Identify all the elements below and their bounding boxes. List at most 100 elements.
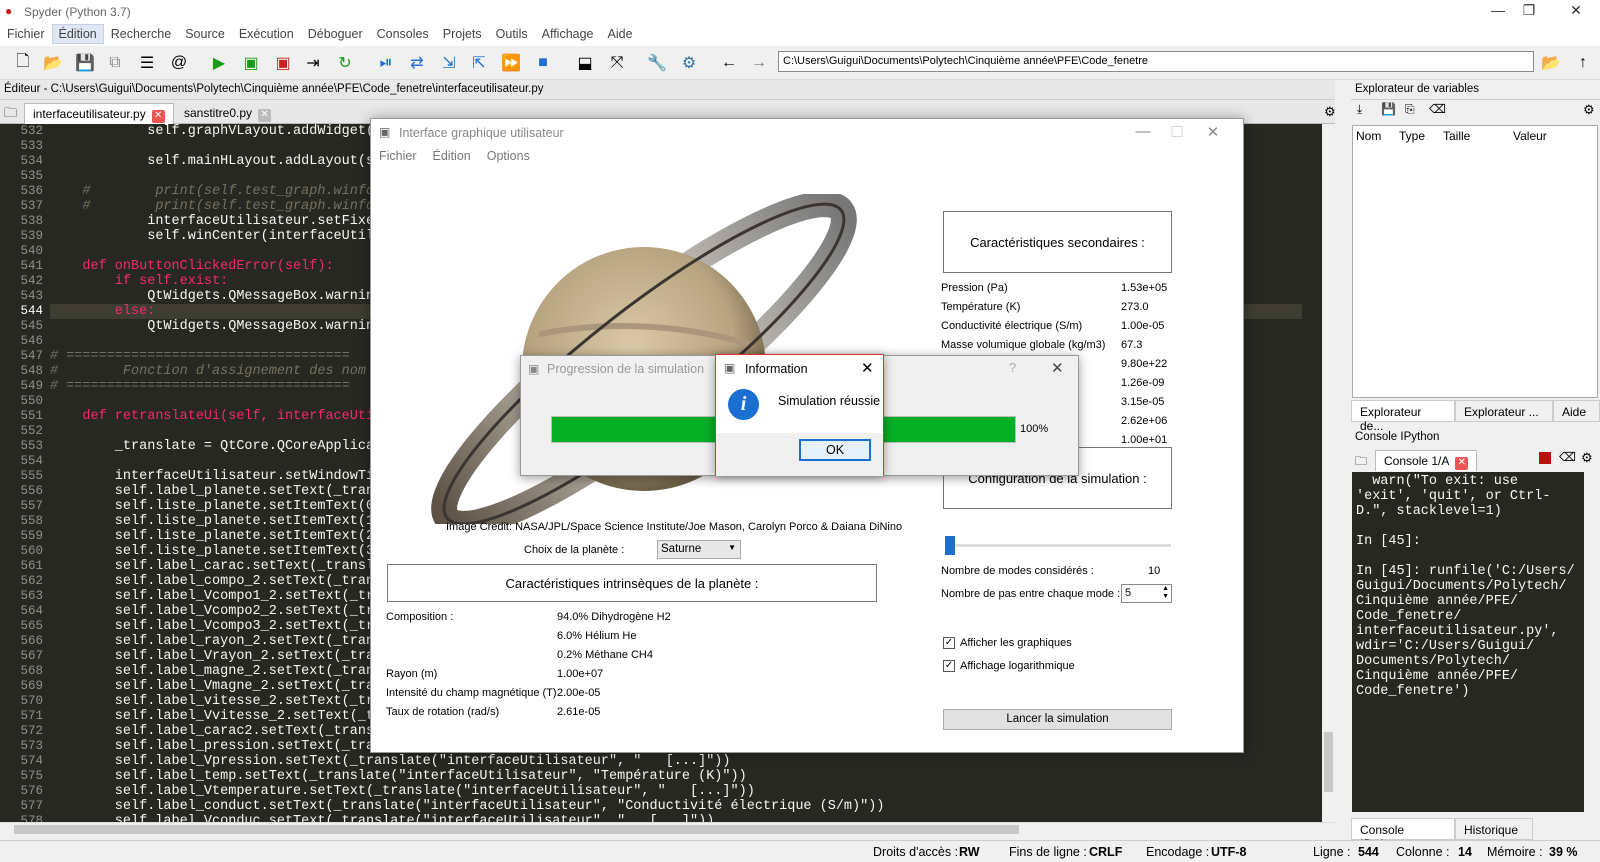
run-icon[interactable]: ▶ bbox=[208, 52, 230, 74]
browse-folder-icon[interactable]: 📂 bbox=[1540, 52, 1562, 74]
at-icon[interactable]: @ bbox=[168, 52, 190, 74]
rerun-icon[interactable]: ↻ bbox=[334, 52, 356, 74]
menu-projets[interactable]: Projets bbox=[436, 24, 489, 44]
image-credit: Image Credit: NASA/JPL/Space Science Ins… bbox=[446, 521, 903, 533]
run-cell-advance-icon[interactable]: ▣ bbox=[272, 52, 294, 74]
maximize-pane-icon[interactable]: ⬓ bbox=[574, 52, 596, 74]
python-icon[interactable]: ⚙ bbox=[678, 52, 700, 74]
save-as-icon[interactable]: ⎘ bbox=[1405, 102, 1415, 117]
menu-execution[interactable]: Exécution bbox=[232, 24, 301, 44]
line-number: 562 bbox=[20, 574, 43, 588]
run-simulation-button[interactable]: Lancer la simulation bbox=[943, 709, 1172, 730]
step-into-icon[interactable]: ⇲ bbox=[438, 52, 460, 74]
close-tab-icon[interactable]: ✕ bbox=[151, 110, 165, 123]
steps-spinbox[interactable]: 5 ▲ ▼ bbox=[1121, 584, 1172, 603]
secondary-key: Pression (Pa) bbox=[941, 282, 1008, 294]
close-icon[interactable]: ✕ bbox=[1051, 359, 1064, 377]
menu-source[interactable]: Source bbox=[178, 24, 232, 44]
code-line[interactable]: self.label_Vtemperature.setText(_transla… bbox=[50, 784, 1302, 799]
maximize-button[interactable]: ❐ bbox=[1506, 2, 1552, 19]
stop-icon[interactable]: ■ bbox=[532, 52, 554, 74]
continue-icon[interactable]: ⏩ bbox=[500, 52, 522, 74]
forward-arrow-icon[interactable]: → bbox=[748, 52, 770, 74]
tab-variable-explorer[interactable]: Explorateur de... bbox=[1351, 400, 1455, 433]
menu-edition[interactable]: Édition bbox=[51, 24, 104, 44]
working-directory-input[interactable]: C:\Users\Guigui\Documents\Polytech\Cinqu… bbox=[778, 51, 1534, 72]
step-icon[interactable]: ⇄ bbox=[406, 52, 428, 74]
line-number: 536 bbox=[20, 184, 43, 198]
log-display-checkbox[interactable]: ✓ bbox=[943, 660, 955, 672]
eraser-icon[interactable]: ⌫ bbox=[1429, 102, 1446, 116]
editor-vertical-scrollbar[interactable] bbox=[1322, 124, 1335, 822]
code-line[interactable]: self.label_Vconduc.setText(_translate("i… bbox=[50, 814, 1302, 822]
close-tab-icon[interactable]: ✕ bbox=[258, 109, 272, 122]
gear-icon[interactable]: ⚙ bbox=[1324, 104, 1336, 120]
back-arrow-icon[interactable]: ← bbox=[718, 52, 740, 74]
dialog-icon: ▣ bbox=[724, 361, 736, 375]
menu-outils[interactable]: Outils bbox=[489, 24, 535, 44]
save-all-icon[interactable]: ⧉ bbox=[104, 52, 126, 74]
menu-recherche[interactable]: Recherche bbox=[104, 24, 178, 44]
editor-horizontal-scrollbar[interactable] bbox=[0, 822, 1335, 836]
menu-fichier[interactable]: Fichier bbox=[0, 24, 52, 44]
help-icon[interactable]: ? bbox=[1009, 360, 1016, 375]
col-type[interactable]: Type bbox=[1399, 129, 1425, 143]
eraser-icon[interactable]: ⌫ bbox=[1559, 450, 1576, 464]
step-return-icon[interactable]: ⇱ bbox=[468, 52, 490, 74]
fullscreen-icon[interactable]: ⤧ bbox=[606, 52, 628, 74]
save-icon[interactable]: 💾 bbox=[74, 52, 96, 74]
debug-icon[interactable]: ⏯ bbox=[375, 52, 397, 74]
app-close-button[interactable]: ✕ bbox=[1193, 123, 1233, 141]
line-number: 565 bbox=[20, 619, 43, 633]
app-menu-options[interactable]: Options bbox=[479, 145, 538, 167]
save-data-icon[interactable]: 💾 bbox=[1381, 102, 1396, 116]
tab-historique[interactable]: Historique bbox=[1455, 818, 1533, 840]
wrench-icon[interactable]: 🔧 bbox=[646, 52, 668, 74]
close-tab-icon[interactable]: ✕ bbox=[1455, 457, 1469, 470]
spin-arrows-icon[interactable]: ▲ ▼ bbox=[1162, 585, 1169, 601]
col-valeur[interactable]: Valeur bbox=[1513, 129, 1547, 143]
console-output[interactable]: warn("To exit: use 'exit', 'quit', or Ct… bbox=[1352, 472, 1584, 812]
tab-file-explorer[interactable]: Explorateur ... bbox=[1455, 400, 1553, 422]
menu-deboguer[interactable]: Déboguer bbox=[301, 24, 370, 44]
import-data-icon[interactable]: ⤓ bbox=[1357, 102, 1362, 117]
list-icon[interactable]: ☰ bbox=[136, 52, 158, 74]
gear-icon[interactable]: ⚙ bbox=[1581, 450, 1593, 466]
console-scrollbar[interactable] bbox=[1586, 472, 1598, 812]
run-cell-icon[interactable]: ▣ bbox=[240, 52, 262, 74]
ok-button[interactable]: OK bbox=[799, 439, 871, 461]
col-taille[interactable]: Taille bbox=[1443, 129, 1470, 143]
tab-console-ipython[interactable]: Console IPython bbox=[1351, 818, 1455, 851]
gear-icon[interactable]: ⚙ bbox=[1583, 102, 1595, 118]
code-line[interactable]: self.label_Vpression.setText(_translate(… bbox=[50, 754, 1302, 769]
app-maximize-button[interactable]: ☐ bbox=[1157, 123, 1197, 141]
menu-consoles[interactable]: Consoles bbox=[370, 24, 436, 44]
browse-tabs-icon[interactable]: 🗀 bbox=[4, 104, 17, 126]
close-button[interactable]: ✕ bbox=[1553, 2, 1599, 19]
secondary-key: Conductivité électrique (S/m) bbox=[941, 320, 1083, 332]
tab-interfaceutilisateur[interactable]: interfaceutilisateur.py ✕ bbox=[24, 103, 174, 124]
menu-aide[interactable]: Aide bbox=[601, 24, 640, 44]
code-line[interactable]: self.label_conduct.setText(_translate("i… bbox=[50, 799, 1302, 814]
close-icon[interactable]: ✕ bbox=[861, 359, 874, 377]
menu-affichage[interactable]: Affichage bbox=[535, 24, 601, 44]
slider-handle[interactable] bbox=[945, 536, 955, 555]
stop-kernel-icon[interactable] bbox=[1539, 452, 1551, 464]
modes-slider[interactable] bbox=[945, 536, 1171, 555]
parent-dir-icon[interactable]: ↑ bbox=[1572, 52, 1594, 74]
run-selection-icon[interactable]: ⇥ bbox=[302, 52, 324, 74]
col-nom[interactable]: Nom bbox=[1356, 129, 1381, 143]
tab-console-1a[interactable]: Console 1/A ✕ bbox=[1375, 450, 1478, 471]
variables-table[interactable]: Nom Type Taille Valeur bbox=[1352, 125, 1598, 398]
app-menu-edition[interactable]: Édition bbox=[425, 145, 479, 167]
planet-select[interactable]: Saturne ▼ bbox=[657, 540, 741, 559]
tab-help[interactable]: Aide bbox=[1553, 400, 1600, 422]
open-file-icon[interactable]: 📂 bbox=[42, 52, 64, 74]
code-line[interactable]: self.label_temp.setText(_translate("inte… bbox=[50, 769, 1302, 784]
tab-sanstitre0[interactable]: sanstitre0.py ✕ bbox=[176, 103, 279, 124]
line-number: 532 bbox=[20, 124, 43, 138]
new-file-icon[interactable]: 🗋 bbox=[12, 52, 34, 74]
browse-tabs-icon[interactable]: 🗀 bbox=[1355, 452, 1367, 473]
show-graphs-checkbox[interactable]: ✓ bbox=[943, 637, 955, 649]
app-menu-fichier[interactable]: Fichier bbox=[371, 145, 425, 167]
